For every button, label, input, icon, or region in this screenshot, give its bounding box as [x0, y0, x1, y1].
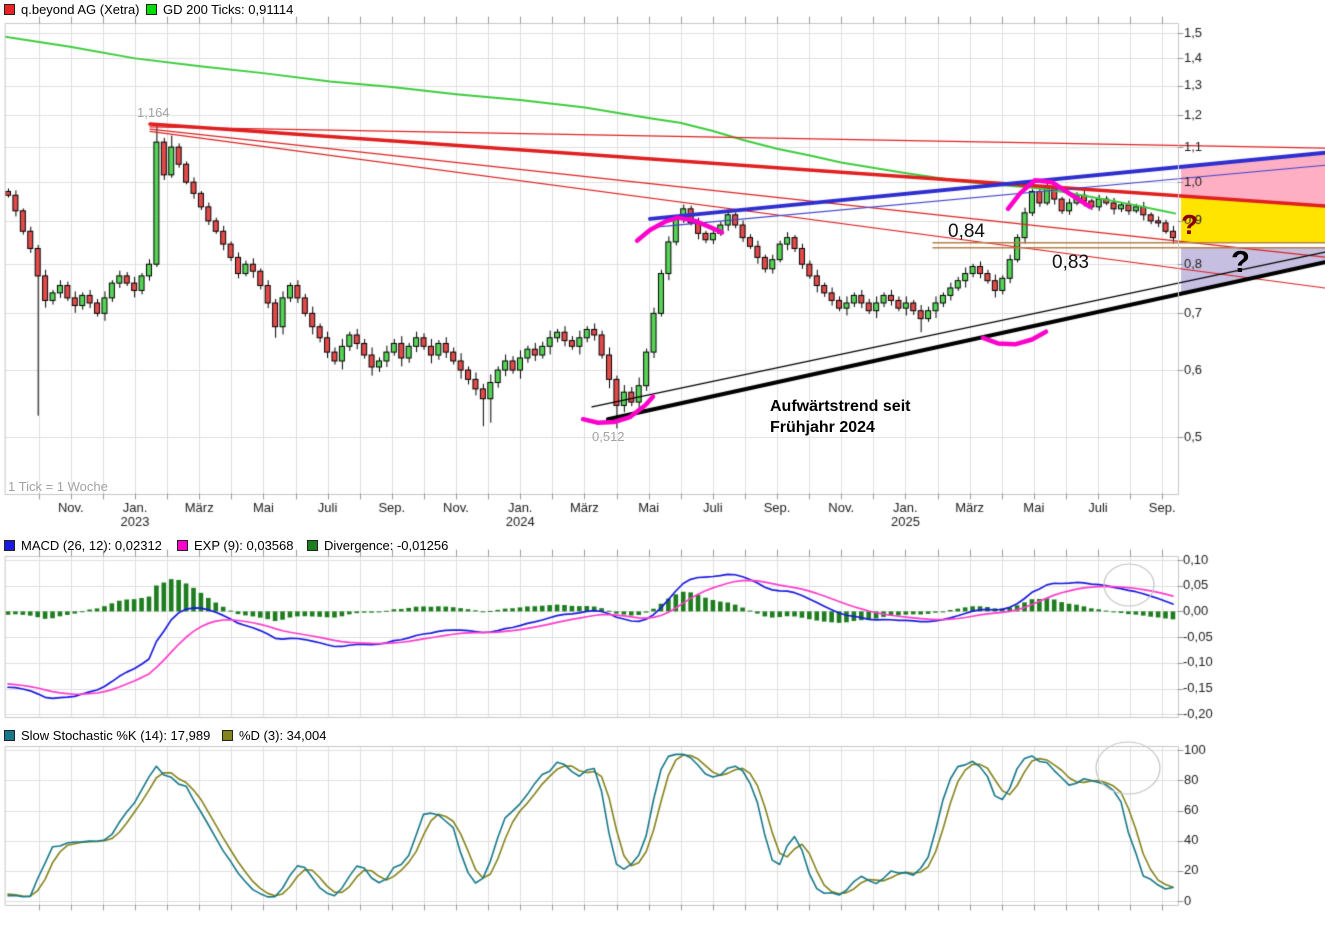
stoch-d-legend-item: %D (3): 34,004	[222, 728, 326, 743]
stoch-d-label: %D (3): 34,004	[239, 728, 326, 743]
macd-line-legend-item: MACD (26, 12): 0,02312	[4, 538, 162, 553]
stoch-k-legend-item: Slow Stochastic %K (14): 17,989	[4, 728, 210, 743]
stoch-k-swatch	[4, 730, 15, 741]
stock-chart-application: q.beyond AG (Xetra) GD 200 Ticks: 0,9111…	[0, 0, 1325, 929]
main-chart-legend: q.beyond AG (Xetra) GD 200 Ticks: 0,9111…	[0, 2, 1325, 17]
macd-legend: MACD (26, 12): 0,02312 EXP (9): 0,03568 …	[0, 538, 1325, 553]
gd200-swatch	[146, 4, 157, 15]
stoch-k-label: Slow Stochastic %K (14): 17,989	[21, 728, 210, 743]
price-series-swatch	[4, 4, 15, 15]
price-series-label: q.beyond AG (Xetra)	[21, 2, 140, 17]
stochastic-legend: Slow Stochastic %K (14): 17,989 %D (3): …	[0, 728, 1325, 743]
gd200-label: GD 200 Ticks: 0,91114	[163, 2, 293, 17]
macd-signal-legend-item: EXP (9): 0,03568	[177, 538, 294, 553]
price-series-legend-item: q.beyond AG (Xetra)	[4, 2, 140, 17]
macd-divergence-label: Divergence: -0,01256	[324, 538, 448, 553]
macd-line-swatch	[4, 540, 15, 551]
macd-signal-label: EXP (9): 0,03568	[194, 538, 294, 553]
macd-divergence-swatch	[307, 540, 318, 551]
gd200-legend-item: GD 200 Ticks: 0,91114	[146, 2, 293, 17]
macd-line-label: MACD (26, 12): 0,02312	[21, 538, 162, 553]
macd-divergence-legend-item: Divergence: -0,01256	[307, 538, 448, 553]
macd-signal-swatch	[177, 540, 188, 551]
chart-canvas	[0, 0, 1325, 929]
stoch-d-swatch	[222, 730, 233, 741]
